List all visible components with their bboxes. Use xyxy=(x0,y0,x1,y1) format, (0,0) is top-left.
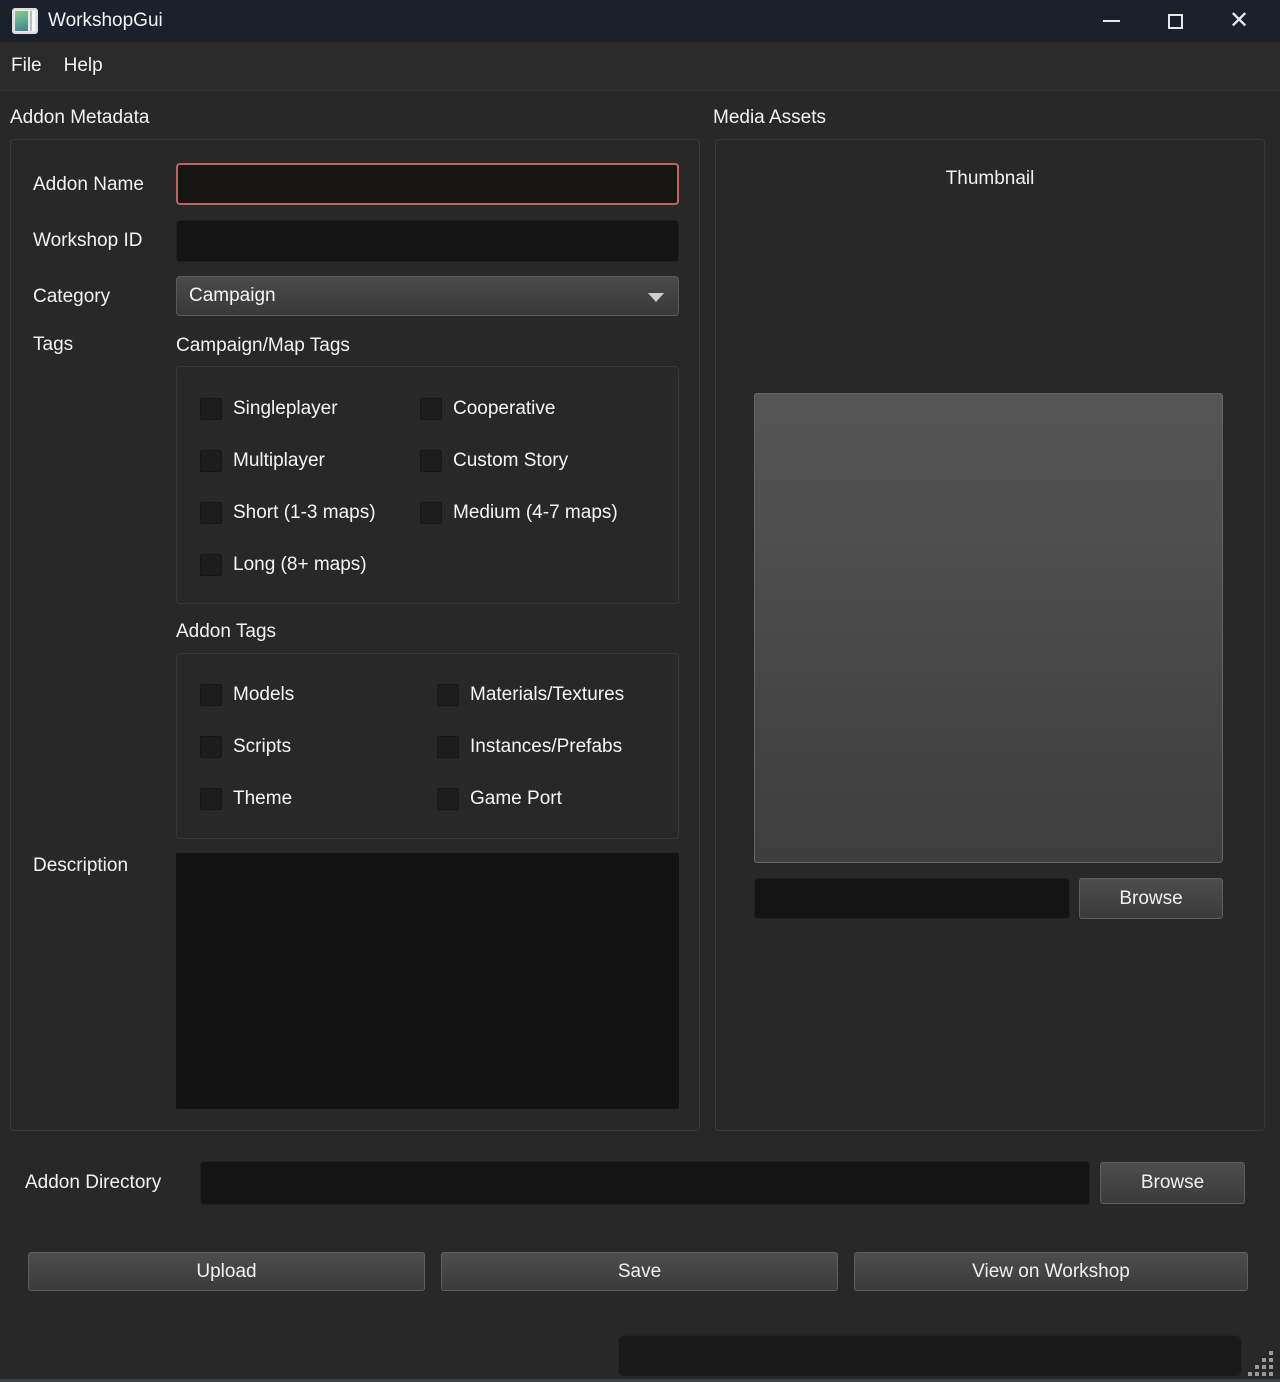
category-selected-value: Campaign xyxy=(189,285,276,307)
checkbox-icon xyxy=(420,450,442,472)
addon-directory-label: Addon Directory xyxy=(25,1172,161,1194)
category-label: Category xyxy=(33,286,110,308)
thumbnail-label: Thumbnail xyxy=(716,168,1264,190)
checkbox-icon xyxy=(200,736,222,758)
checkbox-icon xyxy=(437,788,459,810)
checkbox-cooperative[interactable]: Cooperative xyxy=(420,397,678,421)
checkbox-game-port[interactable]: Game Port xyxy=(437,787,678,811)
upload-progress-bar xyxy=(618,1335,1242,1377)
checkbox-singleplayer[interactable]: Singleplayer xyxy=(200,397,420,421)
campaign-map-tags-title: Campaign/Map Tags xyxy=(176,335,350,357)
checkbox-custom-story[interactable]: Custom Story xyxy=(420,449,678,473)
checkbox-multiplayer[interactable]: Multiplayer xyxy=(200,449,420,473)
resize-grip-icon[interactable] xyxy=(1248,1351,1274,1377)
checkbox-medium-maps[interactable]: Medium (4-7 maps) xyxy=(420,501,678,525)
addon-directory-browse-button[interactable]: Browse xyxy=(1100,1162,1245,1204)
checkbox-models[interactable]: Models xyxy=(200,683,437,707)
checkbox-icon xyxy=(437,684,459,706)
upload-button[interactable]: Upload xyxy=(28,1252,425,1291)
checkbox-icon xyxy=(200,398,222,420)
checkbox-icon xyxy=(200,788,222,810)
chevron-down-icon xyxy=(648,293,664,302)
addon-metadata-groupbox: Addon Name Workshop ID Category Campaign… xyxy=(10,139,700,1131)
window-controls: ✕ xyxy=(1088,0,1280,42)
close-icon: ✕ xyxy=(1229,9,1249,33)
campaign-map-tags-groupbox: Singleplayer Cooperative Multiplayer Cus… xyxy=(176,366,679,604)
description-label: Description xyxy=(33,855,128,877)
maximize-button[interactable] xyxy=(1152,0,1198,42)
addon-tags-groupbox: Models Materials/Textures Scripts Instan… xyxy=(176,653,679,839)
checkbox-icon xyxy=(437,736,459,758)
addon-tags-title: Addon Tags xyxy=(176,621,276,643)
minimize-icon xyxy=(1103,20,1120,22)
addon-directory-input[interactable] xyxy=(200,1161,1090,1205)
tags-label: Tags xyxy=(33,334,73,356)
menu-help[interactable]: Help xyxy=(53,49,114,83)
checkbox-long-maps[interactable]: Long (8+ maps) xyxy=(200,553,420,577)
checkbox-instances-prefabs[interactable]: Instances/Prefabs xyxy=(437,735,678,759)
description-textarea[interactable] xyxy=(176,853,679,1109)
checkbox-icon xyxy=(200,684,222,706)
thumbnail-path-input[interactable] xyxy=(754,878,1070,919)
maximize-icon xyxy=(1168,14,1183,29)
checkbox-icon xyxy=(420,502,442,524)
media-assets-groupbox: Thumbnail Browse xyxy=(715,139,1265,1131)
view-on-workshop-button[interactable]: View on Workshop xyxy=(854,1252,1248,1291)
addon-metadata-section-title: Addon Metadata xyxy=(10,107,149,129)
category-select[interactable]: Campaign xyxy=(176,276,679,316)
menu-bar: File Help xyxy=(0,42,1280,91)
app-icon xyxy=(12,8,38,34)
checkbox-theme[interactable]: Theme xyxy=(200,787,437,811)
workshop-id-input[interactable] xyxy=(176,220,679,262)
title-bar: WorkshopGui ✕ xyxy=(0,0,1280,42)
checkbox-materials-textures[interactable]: Materials/Textures xyxy=(437,683,678,707)
addon-name-label: Addon Name xyxy=(33,174,144,196)
media-assets-section-title: Media Assets xyxy=(713,107,826,129)
checkbox-icon xyxy=(200,502,222,524)
save-button[interactable]: Save xyxy=(441,1252,838,1291)
checkbox-scripts[interactable]: Scripts xyxy=(200,735,437,759)
close-button[interactable]: ✕ xyxy=(1216,0,1262,42)
addon-name-input[interactable] xyxy=(176,163,679,205)
thumbnail-browse-button[interactable]: Browse xyxy=(1079,878,1223,919)
thumbnail-preview xyxy=(754,393,1223,863)
checkbox-short-maps[interactable]: Short (1-3 maps) xyxy=(200,501,420,525)
minimize-button[interactable] xyxy=(1088,0,1134,42)
window-title: WorkshopGui xyxy=(48,10,163,32)
menu-file[interactable]: File xyxy=(0,49,53,83)
checkbox-icon xyxy=(420,398,442,420)
checkbox-icon xyxy=(200,554,222,576)
checkbox-icon xyxy=(200,450,222,472)
workshop-id-label: Workshop ID xyxy=(33,230,142,252)
